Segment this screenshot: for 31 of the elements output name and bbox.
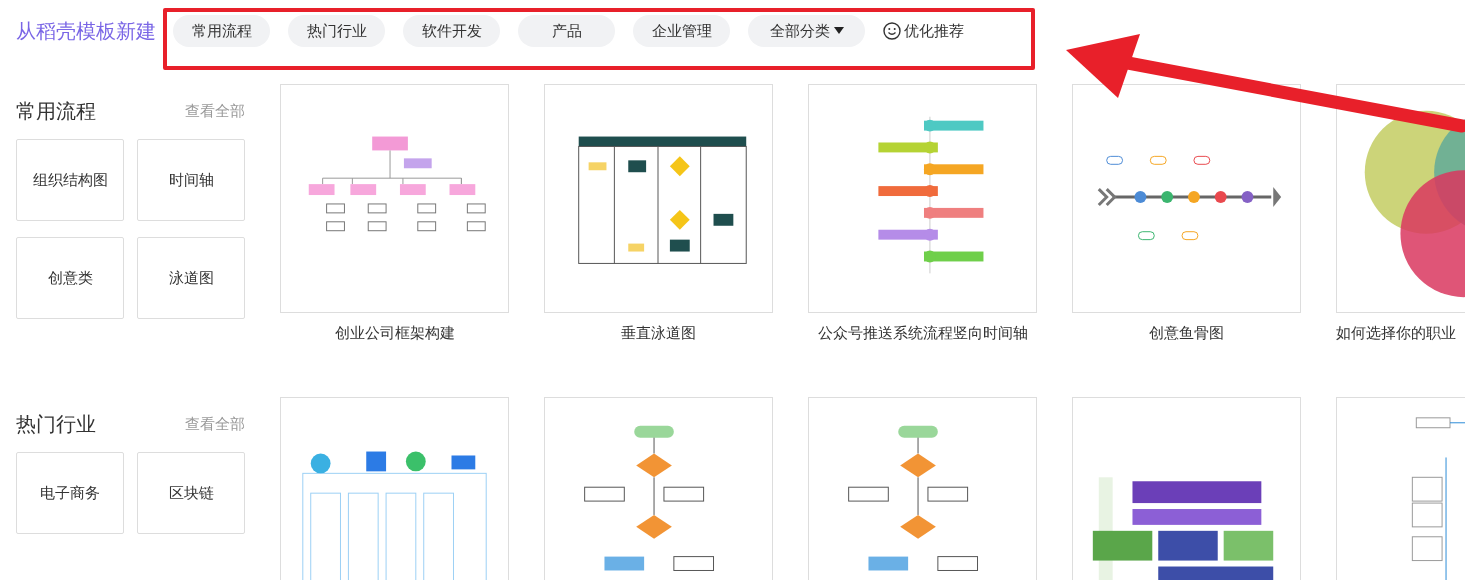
template-thumbnail[interactable] xyxy=(280,397,509,580)
template-caption[interactable]: 创意鱼骨图 xyxy=(1149,324,1224,343)
section-title: 常用流程 xyxy=(16,97,96,125)
category-card[interactable]: 区块链 xyxy=(137,452,245,534)
template-caption[interactable]: 如何选择你的职业 xyxy=(1336,324,1456,343)
category-card[interactable]: 泳道图 xyxy=(137,237,245,319)
template-thumbnail[interactable] xyxy=(1072,84,1301,313)
section-title: 热门行业 xyxy=(16,410,96,438)
smiley-icon xyxy=(883,22,901,40)
category-tab[interactable]: 常用流程 xyxy=(173,15,270,47)
template-caption[interactable]: 垂直泳道图 xyxy=(621,324,696,343)
category-tab[interactable]: 产品 xyxy=(518,15,615,47)
category-card[interactable]: 组织结构图 xyxy=(16,139,124,221)
category-tab[interactable]: 企业管理 xyxy=(633,15,730,47)
category-tab[interactable]: 热门行业 xyxy=(288,15,385,47)
category-card[interactable]: 时间轴 xyxy=(137,139,245,221)
template-thumbnail[interactable] xyxy=(280,84,509,313)
caret-icon xyxy=(833,27,844,35)
page-title: 从稻壳模板新建 xyxy=(16,17,156,45)
recommend-link[interactable]: 优化推荐 xyxy=(883,21,964,41)
template-thumbnail[interactable] xyxy=(808,397,1037,580)
category-tab[interactable]: 软件开发 xyxy=(403,15,500,47)
category-dropdown[interactable]: 全部分类 xyxy=(748,15,865,47)
category-card[interactable]: 电子商务 xyxy=(16,452,124,534)
template-thumbnail[interactable] xyxy=(544,397,773,580)
template-thumbnail[interactable] xyxy=(808,84,1037,313)
template-caption[interactable]: 创业公司框架构建 xyxy=(334,324,455,343)
category-card[interactable]: 创意类 xyxy=(16,237,124,319)
template-thumbnail[interactable] xyxy=(1072,397,1301,580)
template-thumbnail[interactable] xyxy=(544,84,773,313)
template-caption[interactable]: 公众号推送系统流程竖向时间轴 xyxy=(817,324,1028,343)
